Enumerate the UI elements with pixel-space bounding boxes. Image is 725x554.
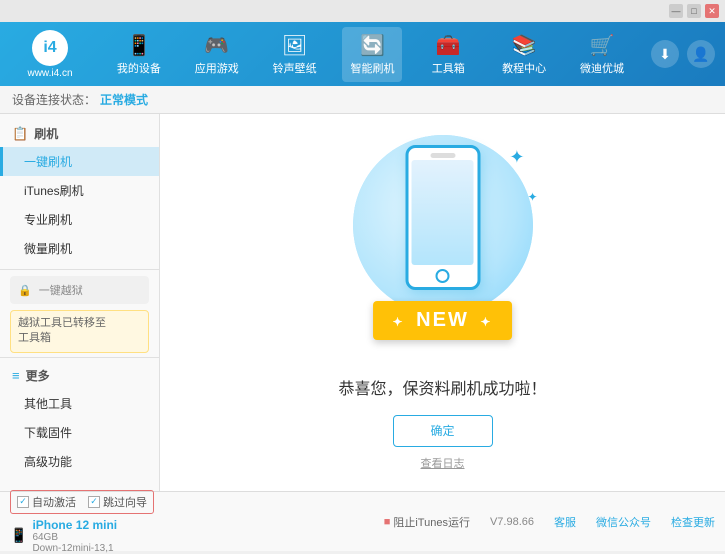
device-phone-icon: 📱 [10, 527, 27, 544]
more-section-icon: ≡ [12, 368, 20, 383]
main-layout: 📋 刷机 一键刷机 iTunes刷机 专业刷机 微量刷机 🔒 一键越狱 越狱工具… [0, 114, 725, 491]
nav-items: 📱 我的设备 🎮 应用游戏 🖼 铃声壁纸 🔄 智能刷机 🧰 工具箱 📚 教程中心… [100, 27, 641, 82]
service-link[interactable]: 客服 [554, 514, 576, 530]
bottom-bar: ✓ 自动激活 ✓ 跳过向导 📱 iPhone 12 mini 64GB Down… [0, 491, 725, 551]
sidebar-item-itunes-flash[interactable]: iTunes刷机 [0, 176, 159, 205]
auto-activate-checkbox[interactable]: ✓ 自动激活 [17, 494, 76, 510]
nav-item-smart-shop[interactable]: 🔄 智能刷机 [342, 27, 402, 82]
device-version: Down-12mini-13,1 [32, 543, 117, 554]
logo-icon: i4 [32, 30, 68, 66]
nav-item-tutorials[interactable]: 📚 教程中心 [494, 27, 554, 82]
nav-label-ringtones: 铃声壁纸 [273, 60, 317, 76]
nav-item-ringtones[interactable]: 🖼 铃声壁纸 [265, 27, 325, 82]
more-section-label: 更多 [26, 367, 50, 384]
success-text: 恭喜您，保资料刷机成功啦！ [338, 375, 546, 399]
confirm-button[interactable]: 确定 [393, 415, 493, 447]
warning-text: 越狱工具已转移至工具箱 [18, 317, 106, 344]
locked-section: 🔒 一键越狱 [10, 276, 149, 304]
nav-label-smart-shop: 智能刷机 [350, 60, 394, 76]
update-link[interactable]: 检查更新 [671, 514, 715, 530]
secondary-link[interactable]: 查看日志 [421, 455, 465, 471]
nav-item-toolbox[interactable]: 🧰 工具箱 [420, 27, 476, 82]
flash-section: 📋 刷机 一键刷机 iTunes刷机 专业刷机 微量刷机 [0, 120, 159, 263]
sidebar-divider-2 [0, 357, 159, 358]
nav-item-apps-games[interactable]: 🎮 应用游戏 [187, 27, 247, 82]
skip-wizard-checkbox[interactable]: ✓ 跳过向导 [88, 494, 147, 510]
header: i4 www.i4.cn 📱 我的设备 🎮 应用游戏 🖼 铃声壁纸 🔄 智能刷机… [0, 22, 725, 86]
my-device-icon: 📱 [126, 33, 151, 58]
nav-label-toolbox: 工具箱 [432, 60, 465, 76]
logo-area: i4 www.i4.cn [10, 30, 90, 79]
locked-label: 一键越狱 [39, 285, 83, 297]
skip-wizard-check-icon: ✓ [88, 496, 100, 508]
sidebar-item-pro-flash[interactable]: 专业刷机 [0, 205, 159, 234]
sidebar-item-advanced[interactable]: 高级功能 [0, 447, 159, 476]
device-name: iPhone 12 mini [32, 518, 117, 532]
new-badge: ✦ NEW ✦ [373, 301, 513, 340]
stop-icon: ■ [384, 516, 391, 528]
nav-label-weidiyou: 微迪优城 [580, 60, 624, 76]
warning-box: 越狱工具已转移至工具箱 [10, 310, 149, 353]
logo-subtitle: www.i4.cn [27, 68, 72, 79]
maximize-button[interactable]: □ [687, 4, 701, 18]
tutorials-icon: 📚 [512, 33, 537, 58]
status-bar: 设备连接状态： 正常模式 [0, 86, 725, 114]
wechat-link[interactable]: 微信公众号 [596, 514, 651, 530]
sidebar: 📋 刷机 一键刷机 iTunes刷机 专业刷机 微量刷机 🔒 一键越狱 越狱工具… [0, 114, 160, 491]
title-bar: — □ ✕ [0, 0, 725, 22]
auto-activate-check-icon: ✓ [17, 496, 29, 508]
sidebar-item-preserve-flash[interactable]: 微量刷机 [0, 234, 159, 263]
flash-section-icon: 📋 [12, 126, 28, 142]
device-storage: 64GB [32, 532, 117, 543]
toolbox-icon: 🧰 [436, 33, 461, 58]
lock-icon: 🔒 [18, 285, 32, 297]
sidebar-divider-1 [0, 269, 159, 270]
version-text: V7.98.66 [490, 516, 534, 528]
nav-label-tutorials: 教程中心 [502, 60, 546, 76]
user-button[interactable]: 👤 [687, 40, 715, 68]
nav-right: ⬇ 👤 [651, 40, 715, 68]
nav-label-apps-games: 应用游戏 [195, 60, 239, 76]
bottom-left: ✓ 自动激活 ✓ 跳过向导 📱 iPhone 12 mini 64GB Down… [10, 490, 154, 554]
download-button[interactable]: ⬇ [651, 40, 679, 68]
minimize-button[interactable]: — [669, 4, 683, 18]
close-button[interactable]: ✕ [705, 4, 719, 18]
nav-item-my-device[interactable]: 📱 我的设备 [109, 27, 169, 82]
nav-item-weidiyou[interactable]: 🛒 微迪优城 [572, 27, 632, 82]
smart-shop-icon: 🔄 [360, 33, 385, 58]
sidebar-item-download-firmware[interactable]: 下载固件 [0, 418, 159, 447]
sparkle-right-icon: ✦ [527, 190, 537, 204]
sidebar-item-one-click-flash[interactable]: 一键刷机 [0, 147, 159, 176]
content-area: ✦ ✦ ✦ NEW ✦ 恭喜您，保资料刷机成功啦！ 确定 查看日志 [160, 114, 725, 491]
status-label: 设备连接状态： [12, 91, 96, 108]
weidiyou-icon: 🛒 [590, 33, 615, 58]
bottom-right: ■ 阻止iTunes运行 V7.98.66 客服 微信公众号 检查更新 [384, 514, 715, 530]
phone-body [405, 145, 480, 290]
flash-section-header: 📋 刷机 [0, 120, 159, 147]
status-value: 正常模式 [100, 91, 148, 108]
flash-section-label: 刷机 [34, 125, 58, 142]
phone-illustration: ✦ ✦ ✦ NEW ✦ [343, 135, 543, 355]
nav-label-my-device: 我的设备 [117, 60, 161, 76]
sparkle-top-icon: ✦ [509, 147, 524, 168]
checkbox-area: ✓ 自动激活 ✓ 跳过向导 [10, 490, 154, 514]
itunes-status: ■ 阻止iTunes运行 [384, 514, 470, 530]
more-section-header: ≡ 更多 [0, 362, 159, 389]
ringtones-icon: 🖼 [282, 33, 307, 58]
sidebar-item-other-tools[interactable]: 其他工具 [0, 389, 159, 418]
apps-games-icon: 🎮 [204, 33, 229, 58]
